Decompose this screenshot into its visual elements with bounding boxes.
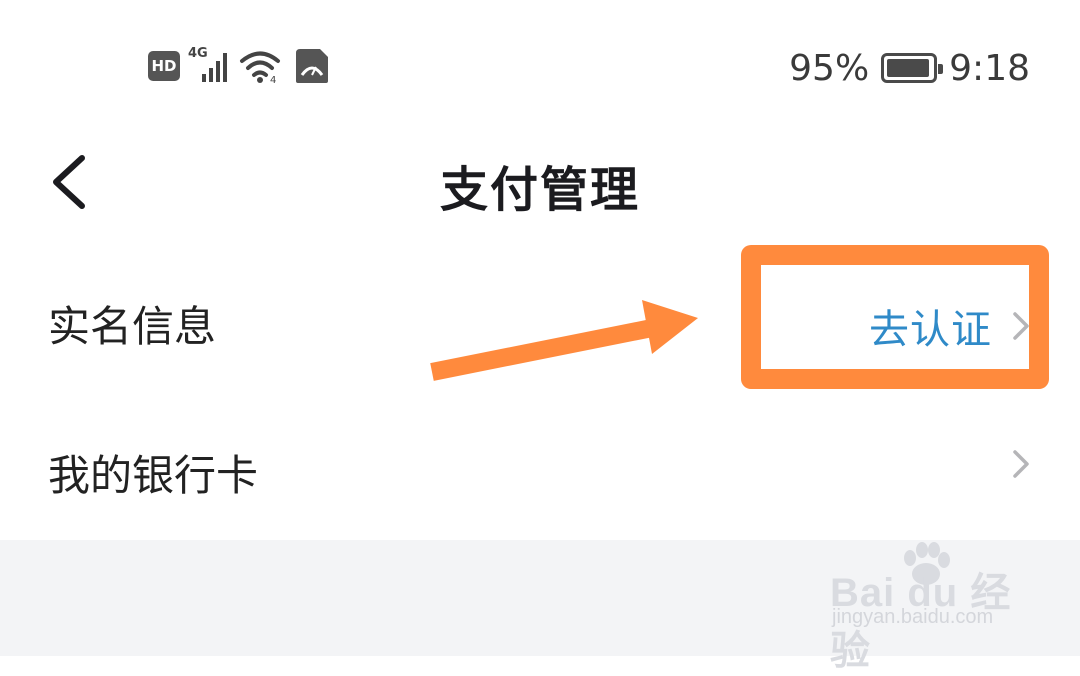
network-type-label: 4G (188, 46, 208, 61)
hd-label: HD (151, 57, 177, 75)
bank-card-action[interactable] (1010, 446, 1032, 482)
battery-fill (887, 59, 930, 77)
row-my-bank-card[interactable]: 我的银行卡 (0, 392, 1080, 540)
svg-text:4: 4 (270, 75, 276, 84)
verify-link[interactable]: 去认证 (869, 297, 992, 355)
row-real-name-info[interactable]: 实名信息 去认证 (0, 245, 1080, 393)
battery-icon (881, 53, 944, 83)
hd-icon: HD (148, 51, 180, 81)
clock: 9:18 (949, 47, 1030, 89)
row-label: 我的银行卡 (48, 451, 259, 500)
battery-percent: 95% (789, 47, 870, 89)
section-gap (0, 540, 1080, 656)
row-label: 实名信息 (48, 302, 217, 351)
nav-header: 支付管理 (0, 130, 1080, 230)
chevron-right-icon (1013, 312, 1029, 340)
signal-icon: 4G (188, 46, 230, 84)
status-left: HD 4G 4 (148, 46, 332, 86)
chevron-right-icon (1013, 450, 1029, 478)
wifi-icon: 4 (240, 51, 280, 84)
verify-action[interactable]: 去认证 (869, 297, 1032, 355)
status-right: 95% 9:18 (789, 46, 1030, 90)
page-title: 支付管理 (439, 162, 640, 218)
battery-nub (938, 64, 944, 74)
speed-icon (296, 49, 328, 83)
status-bar: HD 4G 4 95% 9:18 (0, 0, 1080, 120)
